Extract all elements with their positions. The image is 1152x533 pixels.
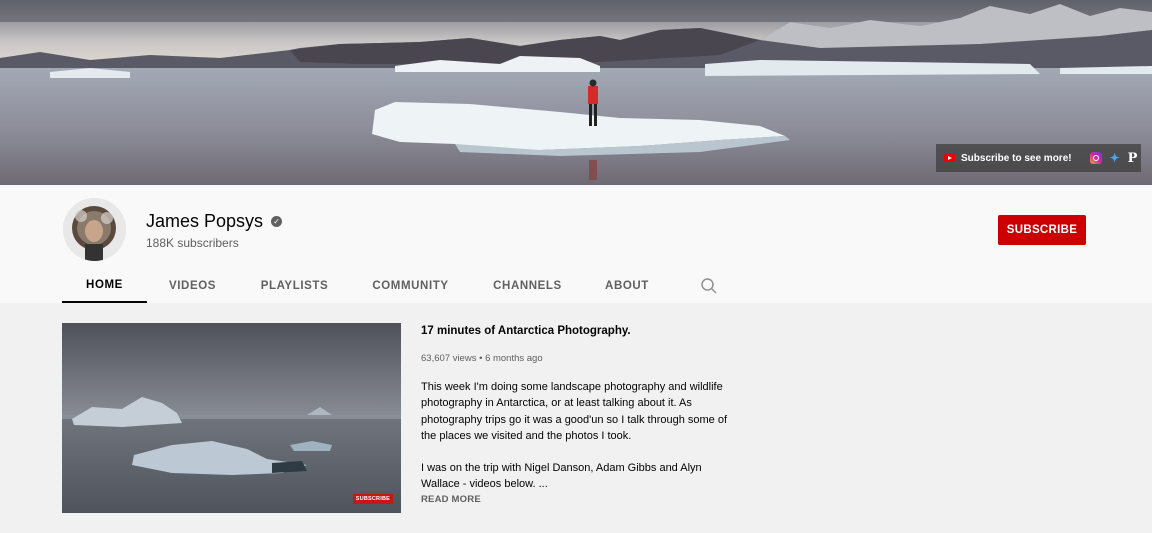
description-paragraph: I was on the trip with Nigel Danson, Ada… bbox=[421, 462, 702, 491]
verified-check-icon: ✓ bbox=[271, 216, 283, 227]
featured-video-thumbnail[interactable]: SUBSCRIBE bbox=[62, 323, 401, 513]
featured-video-meta: 63,607 views • 6 months ago bbox=[421, 353, 543, 364]
channel-header: James Popsys ✓ 188K subscribers SUBSCRIB… bbox=[0, 185, 1152, 303]
featured-video-title[interactable]: 17 minutes of Antarctica Photography. bbox=[421, 325, 631, 337]
avatar-image bbox=[63, 198, 126, 261]
read-more-link[interactable]: READ MORE bbox=[421, 494, 481, 505]
youtube-icon bbox=[944, 154, 955, 162]
tab-community[interactable]: COMMUNITY bbox=[351, 268, 470, 303]
channel-home-content: SUBSCRIBE 17 minutes of Antarctica Photo… bbox=[0, 303, 1152, 533]
upload-age: 6 months ago bbox=[485, 353, 543, 364]
twitter-icon[interactable]: ✦ bbox=[1110, 151, 1120, 165]
thumbnail-image bbox=[62, 323, 401, 513]
featured-video-description: This week I'm doing some landscape photo… bbox=[421, 379, 741, 509]
popsys-logo-icon[interactable]: P bbox=[1128, 151, 1138, 166]
tab-home[interactable]: HOME bbox=[62, 268, 147, 303]
tab-channels[interactable]: CHANNELS bbox=[470, 268, 585, 303]
view-count: 63,607 views bbox=[421, 353, 477, 364]
channel-tabs: HOME VIDEOS PLAYLISTS COMMUNITY CHANNELS… bbox=[62, 268, 669, 303]
social-links: ✦ P bbox=[1089, 151, 1138, 166]
banner-promo-text[interactable]: Subscribe to see more! bbox=[961, 153, 1072, 164]
avatar[interactable] bbox=[63, 198, 126, 261]
channel-name-text: James Popsys bbox=[146, 211, 264, 231]
subscribe-button[interactable]: SUBSCRIBE bbox=[998, 215, 1086, 245]
description-paragraph: This week I'm doing some landscape photo… bbox=[421, 381, 728, 442]
channel-name: James Popsys ✓ bbox=[146, 211, 283, 232]
banner-links[interactable]: Subscribe to see more! ✦ P bbox=[936, 144, 1141, 172]
tab-about[interactable]: ABOUT bbox=[585, 268, 669, 303]
tab-playlists[interactable]: PLAYLISTS bbox=[238, 268, 351, 303]
channel-banner: Subscribe to see more! ✦ P bbox=[0, 0, 1152, 185]
instagram-icon[interactable] bbox=[1089, 152, 1102, 164]
tab-videos[interactable]: VIDEOS bbox=[147, 268, 238, 303]
thumbnail-subscribe-badge: SUBSCRIBE bbox=[352, 494, 393, 504]
search-icon[interactable] bbox=[700, 277, 718, 295]
subscriber-count: 188K subscribers bbox=[146, 236, 239, 250]
